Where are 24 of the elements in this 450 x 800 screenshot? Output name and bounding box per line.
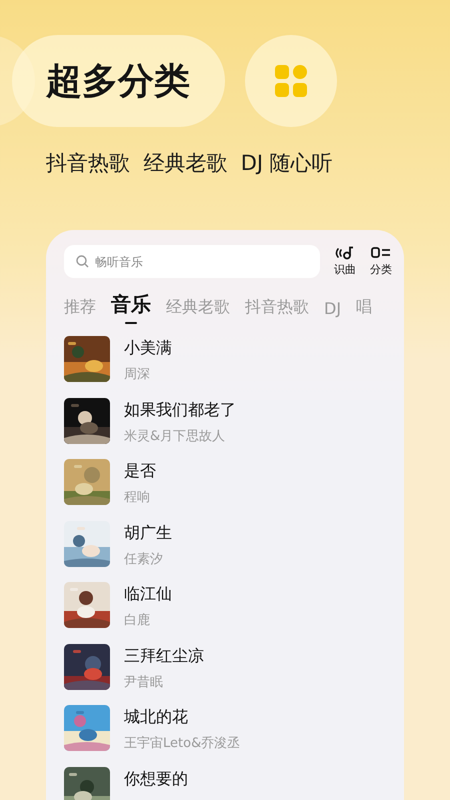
music-note-icon [335, 246, 355, 260]
song-title[interactable]: 如果我们都老了 [124, 400, 236, 420]
artist-name: 周深 [124, 366, 151, 383]
artist-name: 王宇宙Leto&乔浚丞 [124, 735, 240, 752]
artist-name: 程响 [124, 489, 151, 506]
song-title[interactable]: 胡广生 [124, 522, 172, 544]
artist-name: 任素汐 [124, 550, 164, 568]
list-icon [371, 246, 391, 260]
search-icon [76, 255, 89, 268]
artist-name: 尹昔眠 [124, 674, 164, 690]
grid-icon [275, 65, 307, 97]
song-title[interactable]: 临江仙 [124, 584, 172, 605]
tab[interactable]: 音乐 [111, 291, 151, 324]
song-title[interactable]: 三拜红尘凉 [124, 646, 204, 666]
song-title[interactable]: 小美满 [124, 338, 172, 359]
category-button[interactable]: 分类 [370, 246, 392, 277]
recognize-button[interactable]: 识曲 [334, 246, 356, 277]
song-title[interactable]: 你想要的 [124, 768, 188, 790]
artist-name: 白鹿 [124, 612, 151, 629]
artist-name: 米灵&月下思故人 [124, 428, 226, 444]
song-title[interactable]: 是否 [124, 461, 156, 482]
song-title[interactable]: 城北的花 [124, 707, 240, 728]
headline: 超多分类 [12, 35, 225, 127]
subtitle: 抖音热歌 经典老歌 DJ 随心听 [46, 150, 334, 177]
